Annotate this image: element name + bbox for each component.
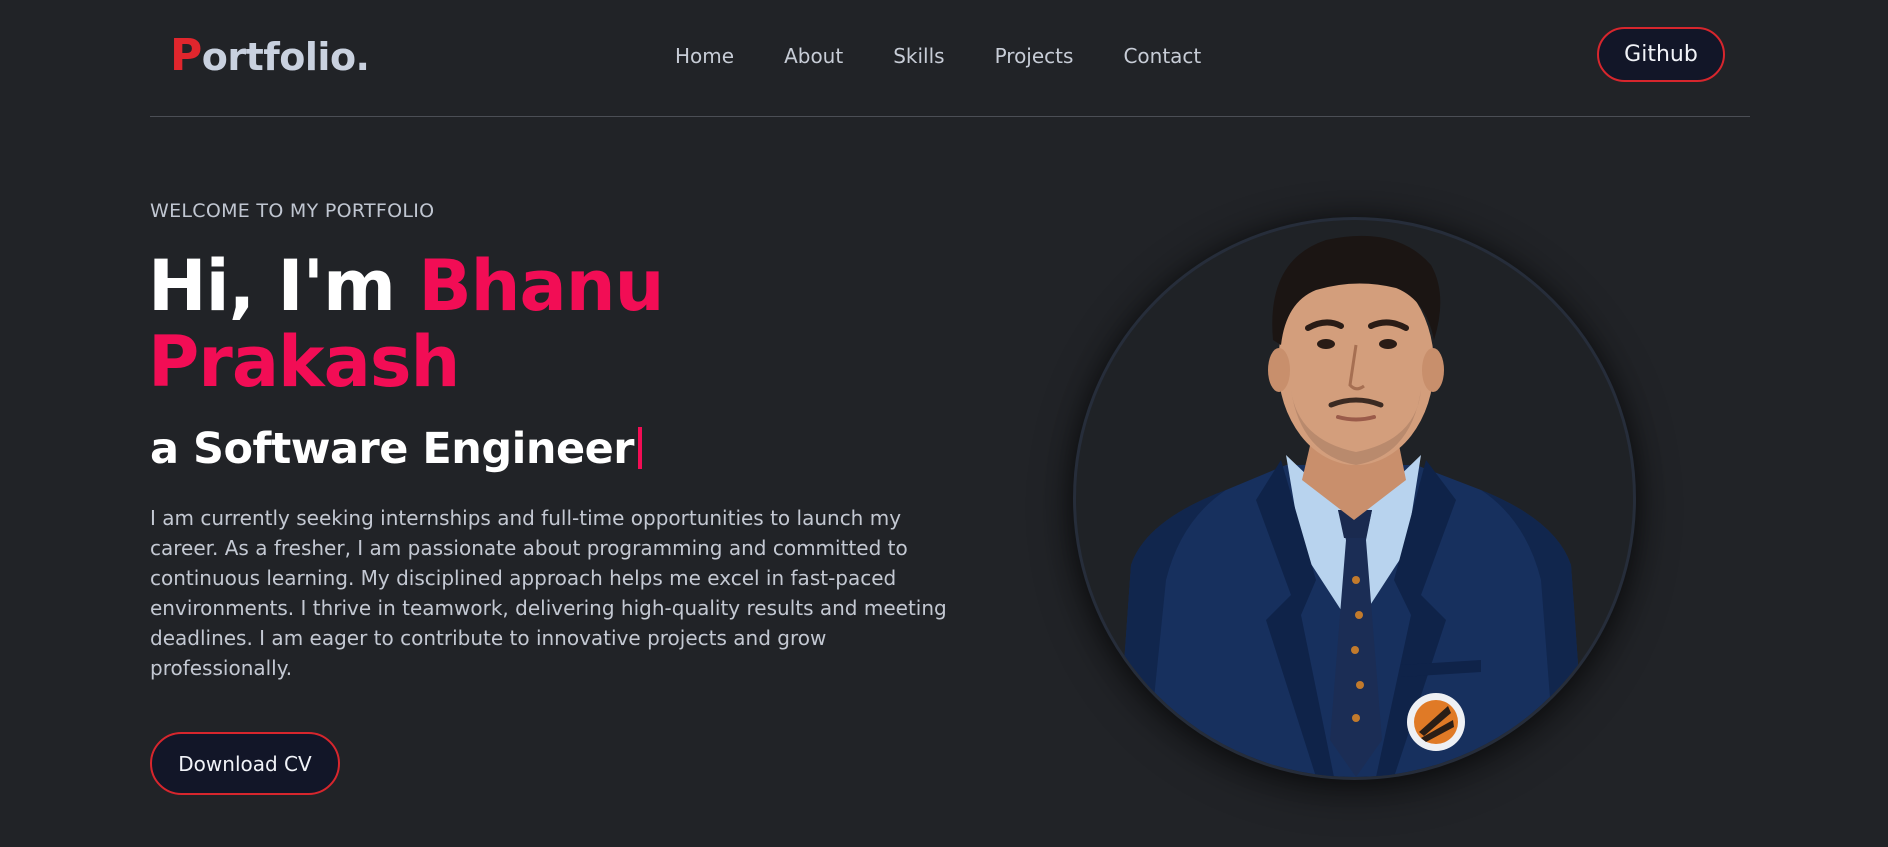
nav-about[interactable]: About xyxy=(784,44,843,68)
nav-home[interactable]: Home xyxy=(675,44,734,68)
logo-text: ortfolio. xyxy=(201,35,370,79)
greeting-text: Hi, I'm xyxy=(148,245,419,327)
site-logo[interactable]: Portfolio. xyxy=(170,30,370,81)
portfolio-page: Portfolio. Home About Skills Projects Co… xyxy=(0,0,1888,847)
logo-initial: P xyxy=(170,30,202,81)
download-cv-button[interactable]: Download CV xyxy=(150,732,340,795)
welcome-text: WELCOME TO MY PORTFOLIO xyxy=(150,200,435,222)
nav-skills[interactable]: Skills xyxy=(893,44,944,68)
nav-contact[interactable]: Contact xyxy=(1123,44,1201,68)
role-typing-text: a Software Engineer xyxy=(150,424,642,474)
site-header: Portfolio. Home About Skills Projects Co… xyxy=(150,0,1750,117)
github-button[interactable]: Github xyxy=(1597,27,1725,82)
main-nav: Home About Skills Projects Contact xyxy=(675,44,1251,68)
bio-paragraph: I am currently seeking internships and f… xyxy=(150,506,947,680)
profile-portrait-illustration xyxy=(1116,235,1586,777)
typing-cursor xyxy=(638,427,642,469)
hero-heading: Hi, I'm Bhanu Prakash xyxy=(148,248,908,400)
profile-photo xyxy=(1073,217,1636,780)
role-text: a Software Engineer xyxy=(150,424,635,474)
nav-projects[interactable]: Projects xyxy=(995,44,1074,68)
